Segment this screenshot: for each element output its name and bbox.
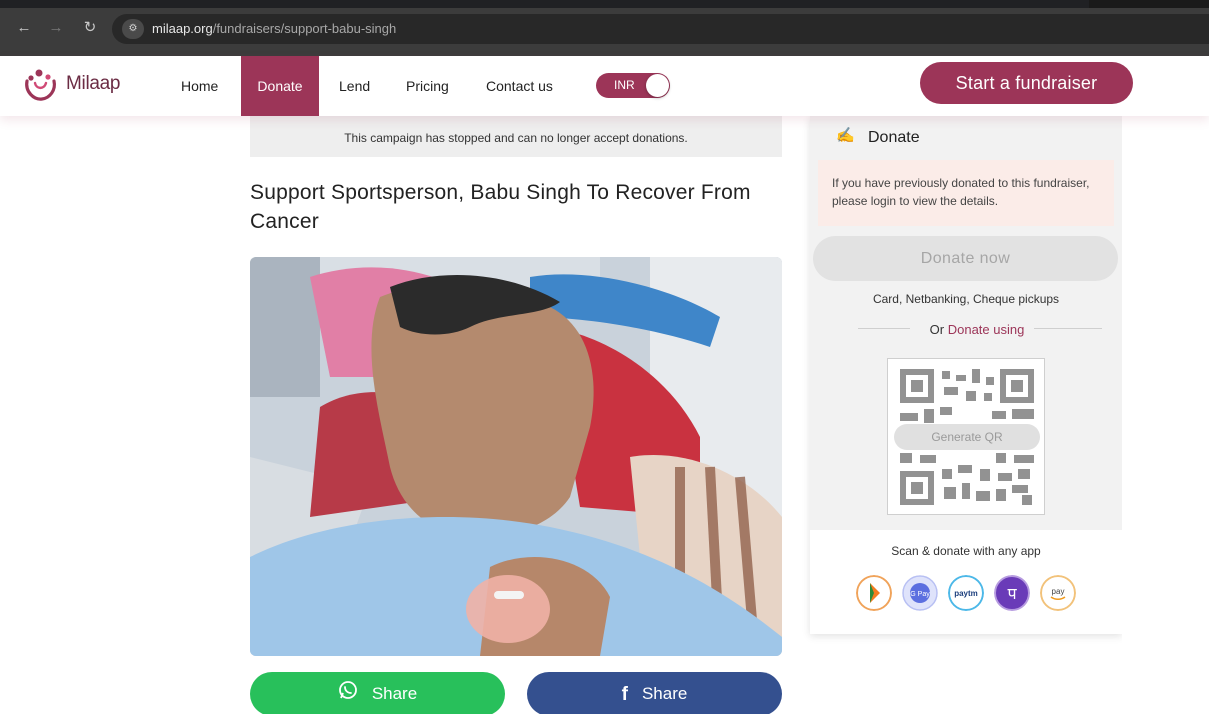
page-margin <box>1122 116 1209 714</box>
nav-donate[interactable]: Donate <box>241 56 319 116</box>
reload-icon[interactable]: ↻ <box>80 18 100 38</box>
campaign-photo[interactable] <box>250 257 782 656</box>
milaap-logo-icon <box>25 69 56 101</box>
browser-toolbar: ← → ↻ ⚙ milaap.org/fundraisers/support-b… <box>0 0 1209 56</box>
gpay-icon[interactable]: G Pay <box>902 575 938 611</box>
address-bar[interactable]: ⚙ milaap.org/fundraisers/support-babu-si… <box>112 14 1209 44</box>
url-text: milaap.org/fundraisers/support-babu-sing… <box>152 21 397 36</box>
site-settings-icon[interactable]: ⚙ <box>122 19 144 39</box>
donate-panel-title: Donate <box>868 129 920 146</box>
nav-home[interactable]: Home <box>181 56 218 116</box>
nav-lend[interactable]: Lend <box>339 56 370 116</box>
or-divider: Or Donate using <box>858 318 1102 340</box>
donate-now-button[interactable]: Donate now <box>813 236 1118 281</box>
nav-contact-us[interactable]: Contact us <box>486 56 553 116</box>
campaign-title: Support Sportsperson, Babu Singh To Reco… <box>250 181 751 233</box>
scan-donate-label: Scan & donate with any app <box>891 544 1041 558</box>
logo-text: Milaap <box>66 73 121 94</box>
svg-text:G Pay: G Pay <box>910 591 930 598</box>
qr-code-box: Generate QR <box>887 358 1045 515</box>
forward-arrow-icon[interactable]: → <box>46 18 66 38</box>
amazon-pay-icon[interactable]: pay <box>1040 575 1076 611</box>
browser-tab-strip <box>0 0 1209 8</box>
donate-panel-body: ✍ Donate If you have previously donated … <box>810 116 1122 530</box>
or-prefix: Or <box>929 322 945 337</box>
share-whatsapp-button[interactable]: Share <box>250 672 505 714</box>
upi-app-icons: G Pay paytm प pay <box>856 575 1076 613</box>
svg-text:प: प <box>1007 584 1017 603</box>
campaign-stopped-banner: This campaign has stopped and can no lon… <box>250 116 782 157</box>
hand-donate-icon: ✍ <box>836 127 855 144</box>
donate-using-link[interactable]: Donate using <box>948 322 1025 337</box>
patient-in-hospital-bed-illustration <box>250 257 782 656</box>
payment-methods-text: Card, Netbanking, Cheque pickups <box>872 292 1060 306</box>
whatsapp-icon <box>338 673 358 714</box>
facebook-icon: f <box>621 683 628 705</box>
bhim-icon[interactable] <box>856 575 892 611</box>
currency-toggle[interactable]: INR <box>596 73 670 98</box>
phonepe-icon[interactable]: प <box>994 575 1030 611</box>
paytm-icon[interactable]: paytm <box>948 575 984 611</box>
share-facebook-label: Share <box>641 684 688 703</box>
currency-label: INR <box>614 78 635 92</box>
nav-pricing[interactable]: Pricing <box>406 56 449 116</box>
svg-text:pay: pay <box>1052 587 1065 596</box>
toggle-knob <box>646 74 669 97</box>
login-note: If you have previously donated to this f… <box>818 160 1114 226</box>
generate-qr-button[interactable]: Generate QR <box>894 424 1040 450</box>
donate-panel: ✍ Donate If you have previously donated … <box>810 116 1122 634</box>
share-facebook-button[interactable]: f Share <box>527 672 782 714</box>
site-header: Milaap Home Donate Lend Pricing Contact … <box>0 56 1209 116</box>
back-arrow-icon[interactable]: ← <box>14 18 34 38</box>
start-fundraiser-button[interactable]: Start a fundraiser <box>920 62 1133 104</box>
svg-text:paytm: paytm <box>954 589 978 598</box>
share-whatsapp-label: Share <box>371 684 418 703</box>
